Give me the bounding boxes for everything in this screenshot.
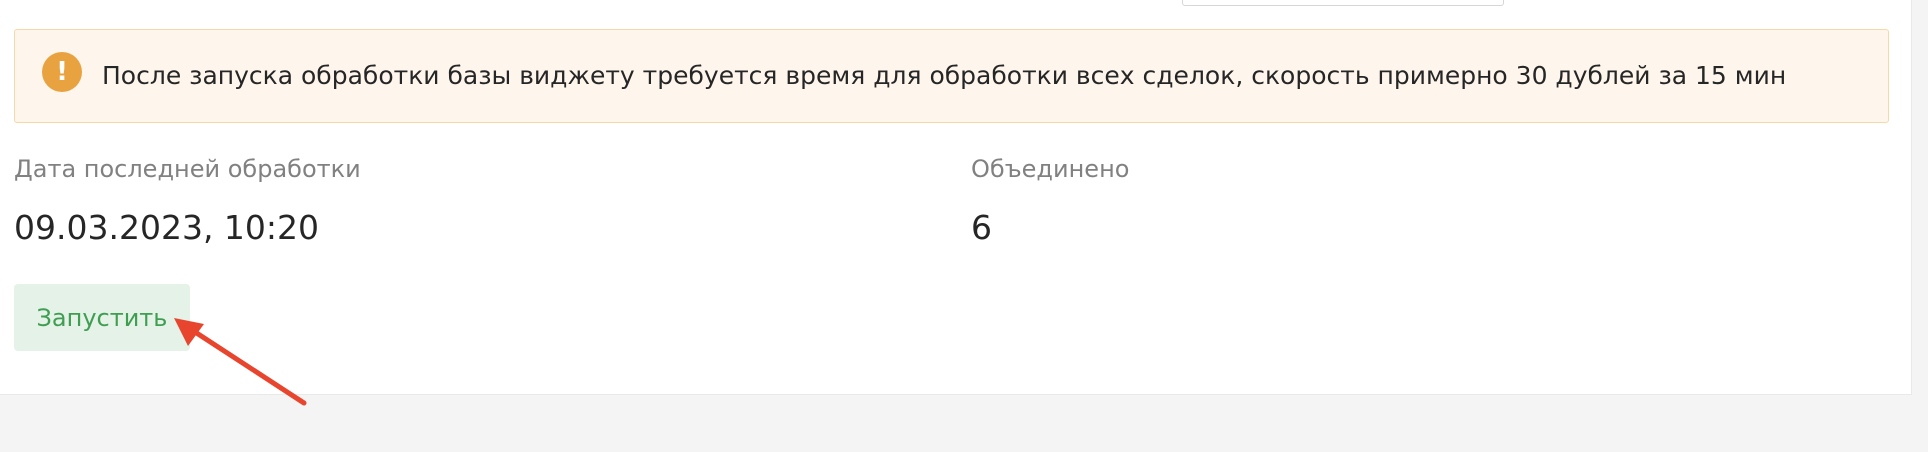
last-processed-value: 09.03.2023, 10:20 xyxy=(14,208,320,247)
top-input-field[interactable] xyxy=(1182,0,1504,6)
last-processed-label: Дата последней обработки xyxy=(14,155,361,183)
info-notice: ! После запуска обработки базы виджету т… xyxy=(14,29,1889,123)
merged-value: 6 xyxy=(971,208,992,247)
run-button[interactable]: Запустить xyxy=(14,284,190,351)
notice-text: После запуска обработки базы виджету тре… xyxy=(102,61,1787,90)
merged-label: Объединено xyxy=(971,155,1130,183)
annotation-arrow-icon xyxy=(174,318,307,406)
exclamation-icon: ! xyxy=(42,52,82,92)
